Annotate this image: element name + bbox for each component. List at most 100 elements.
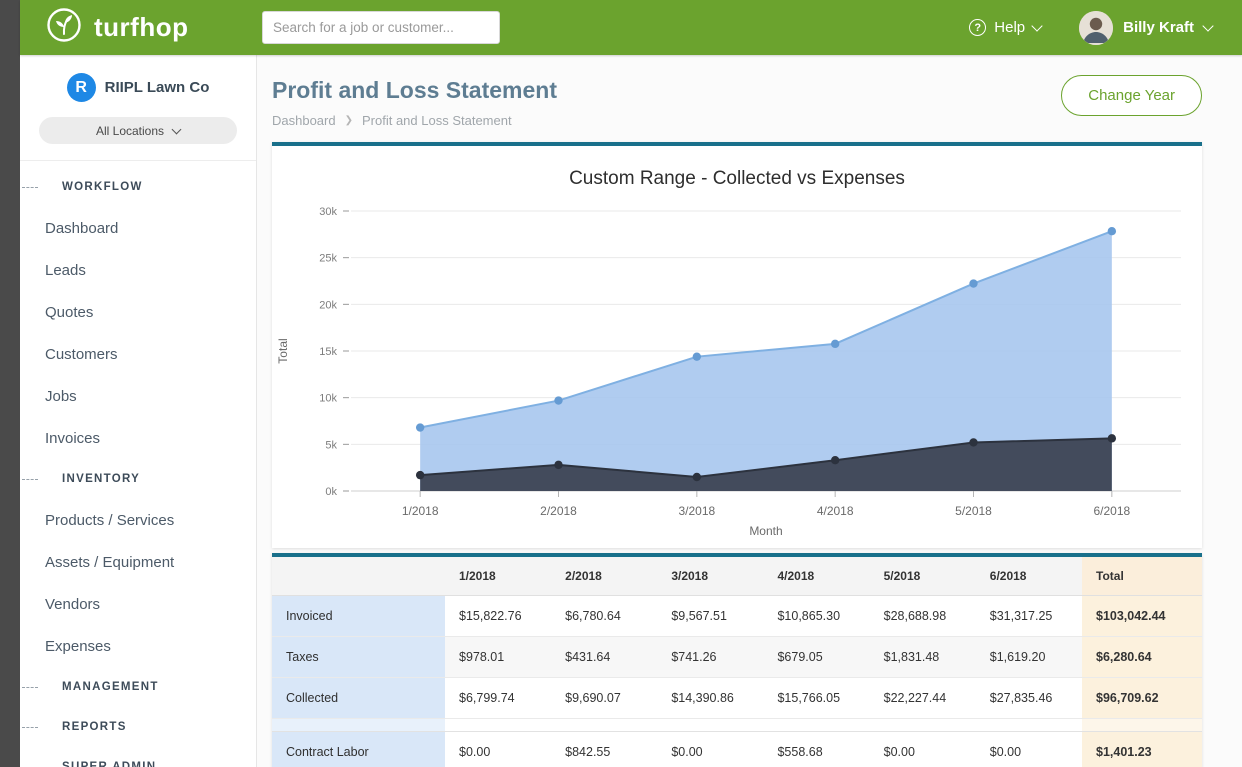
locations-dropdown[interactable]: All Locations <box>39 117 237 144</box>
total-cell: $1,401.23 <box>1082 732 1202 767</box>
column-header: Total <box>1082 557 1202 596</box>
sidebar-item-leads[interactable]: Leads <box>20 249 256 291</box>
chart-card: Custom Range - Collected vs Expenses 0k5… <box>272 142 1202 548</box>
turfhop-logo-icon <box>44 5 84 50</box>
value-cell: $431.64 <box>551 637 657 678</box>
sidebar-item-expenses[interactable]: Expenses <box>20 625 256 667</box>
pl-table: 1/20182/20183/20184/20185/20186/2018Tota… <box>272 557 1202 767</box>
value-cell: $9,567.51 <box>657 596 763 637</box>
tree-dash-icon <box>22 727 38 728</box>
sidebar-item-products-services[interactable]: Products / Services <box>20 499 256 541</box>
chevron-down-icon <box>1031 20 1042 31</box>
row-label-cell: Contract Labor <box>272 732 445 767</box>
value-cell: $15,822.76 <box>445 596 551 637</box>
search-input[interactable] <box>262 11 500 44</box>
gap-cell <box>445 719 551 732</box>
breadcrumb-dashboard[interactable]: Dashboard <box>272 113 336 128</box>
gap-cell <box>763 719 869 732</box>
company-logo: R <box>67 73 96 102</box>
nav-section-label: REPORTS <box>62 721 127 733</box>
table-head: 1/20182/20183/20184/20185/20186/2018Tota… <box>272 557 1202 596</box>
change-year-button[interactable]: Change Year <box>1061 75 1202 116</box>
value-cell: $0.00 <box>657 732 763 767</box>
value-cell: $27,835.46 <box>976 678 1082 719</box>
column-header <box>272 557 445 596</box>
gap-cell <box>657 719 763 732</box>
chevron-down-icon <box>1202 20 1213 31</box>
total-cell: $96,709.62 <box>1082 678 1202 719</box>
page-header: Profit and Loss Statement Dashboard ❯ Pr… <box>257 55 1242 142</box>
value-cell: $978.01 <box>445 637 551 678</box>
sidebar-item-vendors[interactable]: Vendors <box>20 583 256 625</box>
value-cell: $0.00 <box>445 732 551 767</box>
gap-cell <box>870 719 976 732</box>
svg-text:0k: 0k <box>325 486 337 498</box>
company-header: R RIIPL Lawn Co All Locations <box>20 55 256 161</box>
row-label-cell: Taxes <box>272 637 445 678</box>
svg-text:10k: 10k <box>319 393 337 405</box>
value-cell: $1,619.20 <box>976 637 1082 678</box>
table-row: Taxes$978.01$431.64$741.26$679.05$1,831.… <box>272 637 1202 678</box>
value-cell: $28,688.98 <box>870 596 976 637</box>
value-cell: $558.68 <box>763 732 869 767</box>
user-menu[interactable]: Billy Kraft <box>1079 11 1212 45</box>
gap-cell <box>272 719 445 732</box>
svg-text:5k: 5k <box>325 439 337 451</box>
svg-text:25k: 25k <box>319 253 337 265</box>
svg-text:Month: Month <box>749 524 782 538</box>
user-name: Billy Kraft <box>1123 19 1194 36</box>
table-header-row: 1/20182/20183/20184/20185/20186/2018Tota… <box>272 557 1202 596</box>
column-header: 3/2018 <box>657 557 763 596</box>
sidebar-item-jobs[interactable]: Jobs <box>20 375 256 417</box>
value-cell: $1,831.48 <box>870 637 976 678</box>
content-area: Custom Range - Collected vs Expenses 0k5… <box>272 142 1202 767</box>
nav-section-label: SUPER ADMIN <box>62 761 156 767</box>
table-section-gap <box>272 719 1202 732</box>
value-cell: $741.26 <box>657 637 763 678</box>
user-avatar <box>1079 11 1113 45</box>
sidebar-item-dashboard[interactable]: Dashboard <box>20 207 256 249</box>
sidebar-item-invoices[interactable]: Invoices <box>20 417 256 459</box>
sidebar: R RIIPL Lawn Co All Locations WORKFLOWDa… <box>20 55 257 767</box>
value-cell: $15,766.05 <box>763 678 869 719</box>
brand[interactable]: turfhop <box>44 5 234 50</box>
nav-section-header: MANAGEMENT <box>20 667 256 707</box>
svg-text:1/2018: 1/2018 <box>402 504 439 518</box>
tree-dash-icon <box>22 479 38 480</box>
breadcrumb-current: Profit and Loss Statement <box>362 113 512 128</box>
value-cell: $9,690.07 <box>551 678 657 719</box>
value-cell: $842.55 <box>551 732 657 767</box>
sidebar-item-customers[interactable]: Customers <box>20 333 256 375</box>
gap-cell <box>1082 719 1202 732</box>
gap-cell <box>551 719 657 732</box>
help-menu[interactable]: ? Help <box>969 19 1041 36</box>
help-icon: ? <box>969 19 986 36</box>
svg-text:2/2018: 2/2018 <box>540 504 577 518</box>
company-row[interactable]: R RIIPL Lawn Co <box>20 73 256 102</box>
column-header: 5/2018 <box>870 557 976 596</box>
chevron-down-icon <box>172 125 182 135</box>
value-cell: $31,317.25 <box>976 596 1082 637</box>
table-row: Contract Labor$0.00$842.55$0.00$558.68$0… <box>272 732 1202 767</box>
sidebar-item-assets-equipment[interactable]: Assets / Equipment <box>20 541 256 583</box>
sidebar-nav: WORKFLOWDashboardLeadsQuotesCustomersJob… <box>20 161 256 767</box>
svg-text:15k: 15k <box>319 346 337 358</box>
row-label-cell: Collected <box>272 678 445 719</box>
nav-section-header: WORKFLOW <box>20 167 256 207</box>
total-cell: $103,042.44 <box>1082 596 1202 637</box>
value-cell: $22,227.44 <box>870 678 976 719</box>
table-body: Invoiced$15,822.76$6,780.64$9,567.51$10,… <box>272 596 1202 767</box>
topbar: turfhop ? Help Billy Kraft <box>20 0 1242 55</box>
svg-text:3/2018: 3/2018 <box>678 504 715 518</box>
svg-text:Total: Total <box>276 338 290 363</box>
gap-cell <box>976 719 1082 732</box>
value-cell: $679.05 <box>763 637 869 678</box>
column-header: 4/2018 <box>763 557 869 596</box>
table-row: Collected$6,799.74$9,690.07$14,390.86$15… <box>272 678 1202 719</box>
breadcrumb: Dashboard ❯ Profit and Loss Statement <box>272 113 1202 128</box>
table-row: Invoiced$15,822.76$6,780.64$9,567.51$10,… <box>272 596 1202 637</box>
value-cell: $6,799.74 <box>445 678 551 719</box>
sidebar-item-quotes[interactable]: Quotes <box>20 291 256 333</box>
table-card: 1/20182/20183/20184/20185/20186/2018Tota… <box>272 553 1202 767</box>
nav-section-header: SUPER ADMIN <box>20 747 256 767</box>
